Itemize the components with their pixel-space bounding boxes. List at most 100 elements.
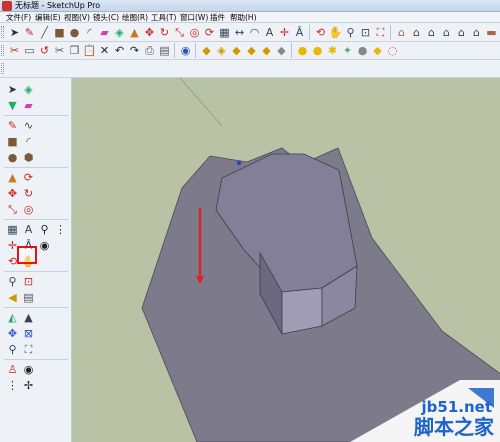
toolbar-grip[interactable]: [1, 26, 4, 38]
print-icon[interactable]: ⎙: [142, 43, 157, 58]
protractor-icon[interactable]: ◠: [247, 25, 262, 40]
arc-icon[interactable]: ◜: [21, 134, 36, 149]
menu-window[interactable]: 窗口(W): [180, 12, 208, 23]
pencil-icon[interactable]: ✎: [5, 118, 20, 133]
pan-icon[interactable]: ✋: [328, 25, 343, 40]
menu-help[interactable]: 帮助(H): [230, 12, 257, 23]
monochrome-icon[interactable]: ◆: [274, 43, 289, 58]
scale-icon[interactable]: ⤡: [5, 202, 20, 217]
front-view-icon[interactable]: ⌂: [424, 25, 439, 40]
make-component-icon[interactable]: ◈: [21, 82, 36, 97]
offset-icon[interactable]: ◎: [21, 202, 36, 217]
follow-me-icon[interactable]: ⟳: [21, 170, 36, 185]
zoom-extents-icon[interactable]: ⊠: [21, 326, 36, 341]
make-group-icon[interactable]: ▭: [22, 43, 37, 58]
shadows-icon[interactable]: ●: [295, 43, 310, 58]
section-plane-icon[interactable]: ✦: [340, 43, 355, 58]
paste-icon[interactable]: 📋: [82, 43, 97, 58]
walk-tool-icon[interactable]: ✥: [5, 326, 20, 341]
menu-view[interactable]: 视图(V): [64, 12, 90, 23]
dimension-icon[interactable]: ↔: [232, 25, 247, 40]
rectangle-icon[interactable]: ■: [5, 134, 20, 149]
previous-view-icon[interactable]: ◀: [5, 290, 20, 305]
eraser-icon[interactable]: ▰: [21, 98, 36, 113]
shaded-texture-icon[interactable]: ◆: [259, 43, 274, 58]
eye-icon[interactable]: ◉: [21, 362, 36, 377]
paint-bucket-icon[interactable]: ▼: [5, 98, 20, 113]
wireframe-icon[interactable]: ◈: [214, 43, 229, 58]
3d-text-icon[interactable]: Ā: [292, 25, 307, 40]
sandbox-icon[interactable]: ◭: [5, 310, 20, 325]
push-pull-icon[interactable]: ▲: [127, 25, 142, 40]
rotate-icon[interactable]: ↻: [21, 186, 36, 201]
polygon-icon[interactable]: ⬢: [21, 150, 36, 165]
section-plane-icon[interactable]: ▤: [21, 290, 36, 305]
fog-icon[interactable]: ●: [310, 43, 325, 58]
look-around-icon[interactable]: ◉: [37, 238, 52, 253]
toolbar-grip[interactable]: [1, 63, 4, 74]
line-icon[interactable]: ╱: [37, 25, 52, 40]
section-cuts-icon[interactable]: ◆: [370, 43, 385, 58]
undo-icon[interactable]: ↶: [112, 43, 127, 58]
bottom-view-icon[interactable]: ▬: [484, 25, 499, 40]
paint-bucket-icon[interactable]: ◈: [112, 25, 127, 40]
rainbow-icon[interactable]: ◌: [385, 43, 400, 58]
look-around-tool-icon[interactable]: ✢: [21, 378, 36, 393]
model-info-icon[interactable]: ▤: [157, 43, 172, 58]
scale-icon[interactable]: ⤡: [172, 25, 187, 40]
select-icon[interactable]: ➤: [7, 25, 22, 40]
zoom-extents-icon[interactable]: ⛶: [373, 25, 388, 40]
redo-icon[interactable]: ↷: [127, 43, 142, 58]
rotate-icon[interactable]: ↻: [157, 25, 172, 40]
sun-icon[interactable]: ✱: [325, 43, 340, 58]
tape-measure-icon[interactable]: ▦: [5, 222, 20, 237]
cut-icon[interactable]: ✂: [52, 43, 67, 58]
zoom-window-icon[interactable]: ⊡: [358, 25, 373, 40]
menu-draw[interactable]: 绘图(R): [122, 12, 148, 23]
select-icon[interactable]: ➤: [5, 82, 20, 97]
menu-edit[interactable]: 编辑(E): [35, 12, 61, 23]
arc-icon[interactable]: ◜: [82, 25, 97, 40]
zoom-window-icon[interactable]: ⊡: [21, 274, 36, 289]
text-icon[interactable]: A: [262, 25, 277, 40]
top-view-icon[interactable]: ⌂: [409, 25, 424, 40]
menu-plugins[interactable]: 插件: [210, 12, 225, 23]
freehand-icon[interactable]: ∿: [21, 118, 36, 133]
eraser-icon[interactable]: ▰: [97, 25, 112, 40]
circle-icon[interactable]: ●: [67, 25, 82, 40]
menu-camera[interactable]: 镜头(C): [93, 12, 119, 23]
move-icon[interactable]: ✥: [5, 186, 20, 201]
pencil-icon[interactable]: ✎: [22, 25, 37, 40]
rectangle-icon[interactable]: ■: [52, 25, 67, 40]
offset-icon[interactable]: ◎: [187, 25, 202, 40]
walk-icon[interactable]: ⚲: [37, 222, 52, 237]
back-edges-icon[interactable]: ◆: [199, 43, 214, 58]
axes-icon[interactable]: ✛: [277, 25, 292, 40]
person-icon[interactable]: ♙: [5, 362, 20, 377]
menu-file[interactable]: 文件(F): [6, 12, 31, 23]
iso-view-icon[interactable]: ⌂: [394, 25, 409, 40]
back-view-icon[interactable]: ⌂: [454, 25, 469, 40]
toolbar-grip[interactable]: [1, 45, 4, 56]
footprints-walk-icon[interactable]: ⋮: [5, 378, 20, 393]
left-view-icon[interactable]: ⌂: [469, 25, 484, 40]
position-camera-icon[interactable]: ▲: [21, 310, 36, 325]
section-display-icon[interactable]: ●: [355, 43, 370, 58]
shaded-icon[interactable]: ◆: [244, 43, 259, 58]
magnify-icon[interactable]: ⚲: [5, 342, 20, 357]
rotate-tool-icon[interactable]: ↺: [37, 43, 52, 58]
copy-icon[interactable]: ❐: [67, 43, 82, 58]
footprints-icon[interactable]: ⋮: [53, 222, 68, 237]
orbit-icon[interactable]: ⟲: [313, 25, 328, 40]
make-component-icon[interactable]: ✂: [7, 43, 22, 58]
push-pull-icon[interactable]: ▲: [5, 170, 20, 185]
circle-icon[interactable]: ●: [5, 150, 20, 165]
delete-icon[interactable]: ✕: [97, 43, 112, 58]
xray-icon[interactable]: ◉: [178, 43, 193, 58]
menu-tools[interactable]: 工具(T): [151, 12, 176, 23]
text-icon[interactable]: A: [21, 222, 36, 237]
zoom-icon[interactable]: ⚲: [343, 25, 358, 40]
zoom-fit-icon[interactable]: ⛶: [21, 342, 36, 357]
follow-me-icon[interactable]: ⟳: [202, 25, 217, 40]
hidden-line-icon[interactable]: ◆: [229, 43, 244, 58]
